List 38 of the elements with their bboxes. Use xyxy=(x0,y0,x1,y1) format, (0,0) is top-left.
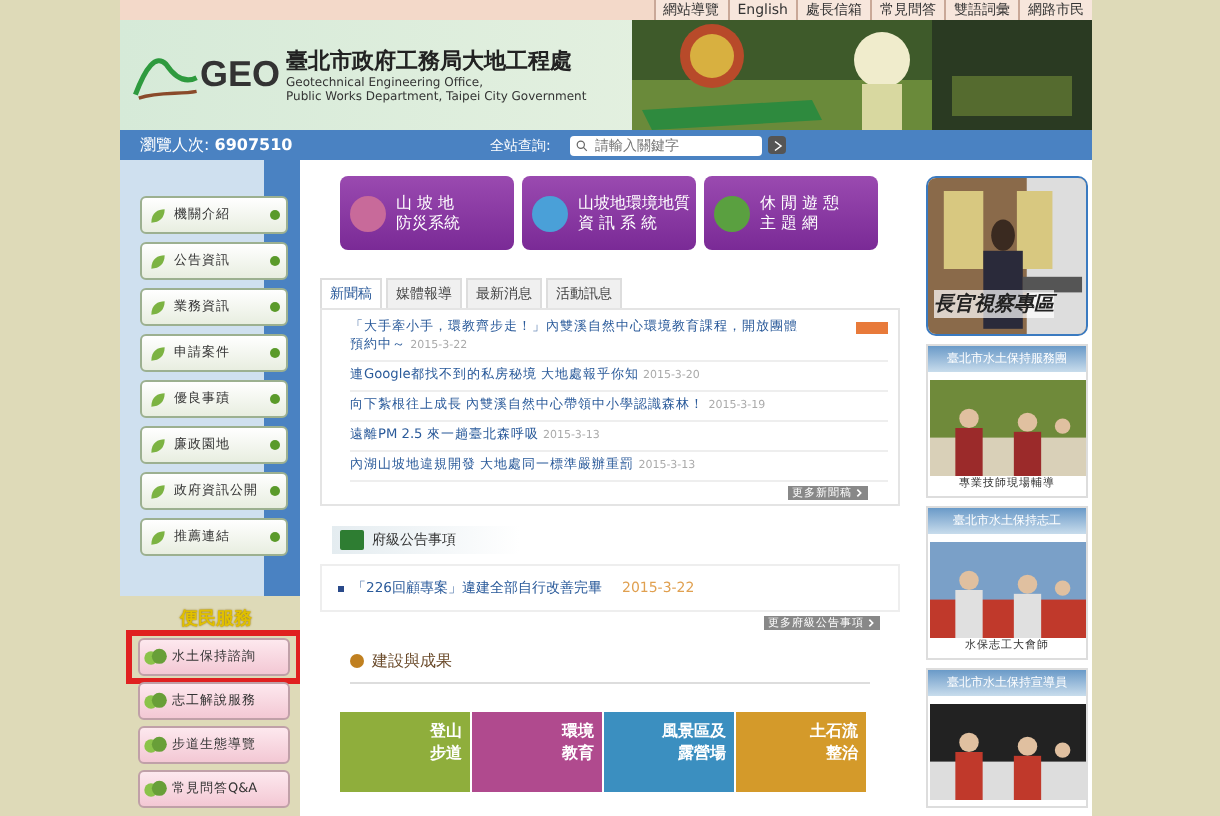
dot-icon xyxy=(270,210,280,220)
search-button[interactable] xyxy=(768,136,787,154)
tree-icon xyxy=(144,647,168,667)
dot-icon xyxy=(270,486,280,496)
site-title: 臺北市政府工務局大地工程處 xyxy=(286,46,575,76)
leaf-icon xyxy=(148,481,168,501)
dot-icon xyxy=(270,532,280,542)
leaf-icon xyxy=(148,343,168,363)
search-icon xyxy=(576,139,589,151)
achievement-tile[interactable]: 環境 教育 xyxy=(472,712,602,792)
new-badge-icon xyxy=(856,322,888,334)
section-title: 便民服務 xyxy=(180,607,252,632)
leaf-icon xyxy=(148,527,168,547)
visitor-count: 瀏覽人次: 6907510 xyxy=(140,134,295,156)
section-title: 建設與成果 xyxy=(372,650,452,672)
leaf-icon xyxy=(148,251,168,271)
system-link[interactable]: 休 閒 遊 憩 主 題 網 xyxy=(704,176,878,250)
chevron-icon xyxy=(854,488,864,498)
leaf-icon xyxy=(148,205,168,225)
feature-banner[interactable]: 長官視察專區 xyxy=(926,176,1088,336)
tree-icon xyxy=(144,691,168,711)
leaf-icon xyxy=(148,389,168,409)
dot-icon xyxy=(270,394,280,404)
section-icon xyxy=(350,654,364,668)
leaf-icon xyxy=(148,297,168,317)
tree-icon xyxy=(144,779,168,799)
dot-icon xyxy=(270,256,280,266)
achievement-tile[interactable]: 風景區及 露營場 xyxy=(604,712,734,792)
chevron-icon xyxy=(866,618,876,628)
leaf-icon xyxy=(148,435,168,455)
board-icon xyxy=(340,530,364,550)
dot-icon xyxy=(270,440,280,450)
dot-icon xyxy=(270,302,280,312)
dot-icon xyxy=(270,348,280,358)
tree-icon xyxy=(144,735,168,755)
system-link[interactable]: 山 坡 地 防災系統 xyxy=(340,176,514,250)
logo-text: GEO xyxy=(200,54,281,96)
system-link[interactable]: 山坡地環境地質 資 訊 系 統 xyxy=(522,176,696,250)
